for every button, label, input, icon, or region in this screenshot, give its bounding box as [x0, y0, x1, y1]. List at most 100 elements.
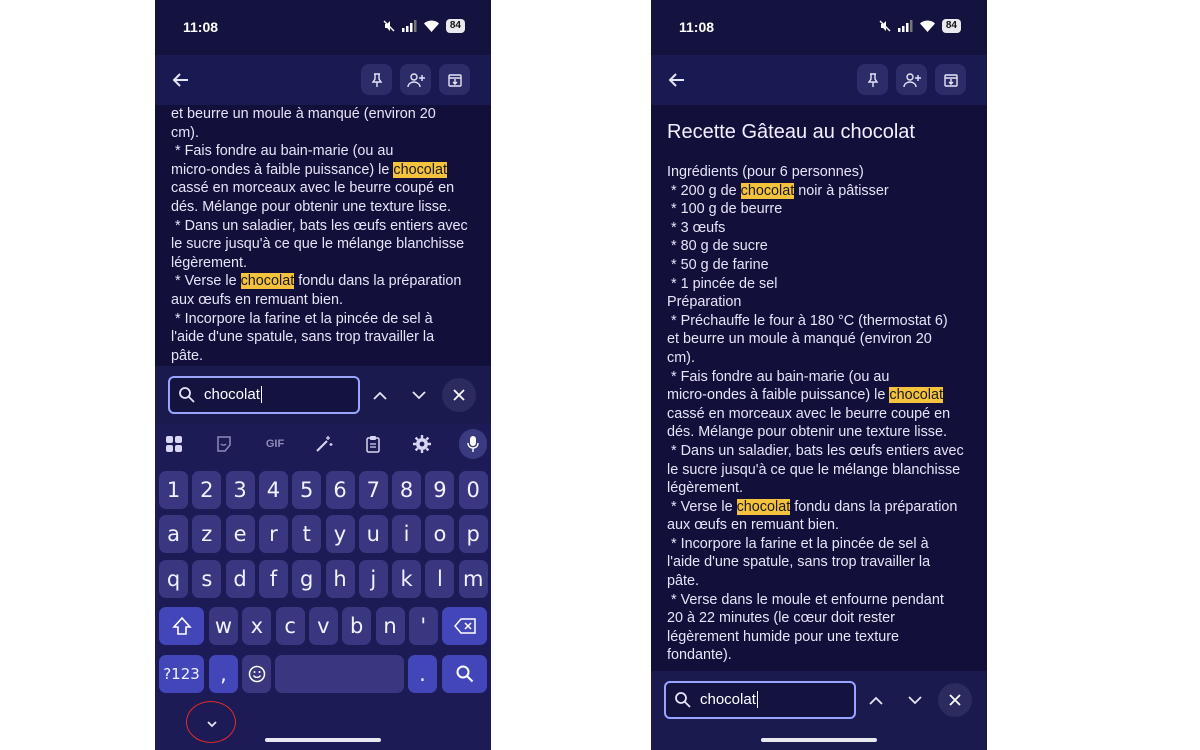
note-text-segment: Préparation — [667, 294, 742, 311]
close-search-button[interactable] — [442, 378, 476, 412]
note-line: * 80 g de sucre — [667, 237, 977, 256]
previous-match-button[interactable] — [368, 383, 392, 407]
key-j[interactable]: j — [358, 560, 388, 598]
app-bar — [155, 55, 491, 105]
key-i[interactable]: i — [392, 515, 422, 553]
period-key[interactable]: . — [408, 655, 437, 693]
symbols-key[interactable]: ?123 — [159, 655, 204, 693]
archive-icon — [943, 73, 958, 87]
back-arrow-icon[interactable] — [665, 68, 689, 92]
key-x[interactable]: x — [242, 607, 272, 645]
note-text-segment: * 80 g de sucre — [667, 238, 768, 255]
key-8[interactable]: 8 — [392, 471, 422, 509]
key-6[interactable]: 6 — [325, 471, 355, 509]
note-line: micro-ondes à faible puissance) le choco… — [171, 161, 481, 180]
chevron-down-icon — [908, 695, 922, 704]
key-z[interactable]: z — [192, 515, 222, 553]
find-in-note-input[interactable]: chocolat — [664, 681, 856, 719]
key-1[interactable]: 1 — [159, 471, 188, 509]
key-u[interactable]: u — [358, 515, 388, 553]
note-line: * Verse dans le moule et enfourne pendan… — [667, 591, 977, 610]
key-c[interactable]: c — [275, 607, 305, 645]
backspace-key[interactable] — [442, 607, 487, 645]
key-7[interactable]: 7 — [358, 471, 388, 509]
shift-key[interactable] — [159, 607, 204, 645]
settings-gear-icon[interactable] — [410, 432, 434, 456]
note-title[interactable]: Recette Gâteau au chocolat — [651, 105, 987, 145]
space-bar[interactable] — [275, 655, 404, 693]
note-line: * Dans un saladier, bats les œufs entier… — [667, 442, 977, 461]
keyboard-toolbar: GIF — [155, 423, 491, 465]
magic-wand-icon[interactable] — [312, 432, 336, 456]
pin-button[interactable] — [857, 64, 888, 95]
key-9[interactable]: 9 — [425, 471, 455, 509]
note-line: * Verse le chocolat fondu dans la prépar… — [667, 498, 977, 517]
key-v[interactable]: v — [308, 607, 338, 645]
key-5[interactable]: 5 — [292, 471, 322, 509]
phone-screen-right: 11:08 84 Recette Gâteau au chocolat Ingr… — [651, 0, 987, 750]
add-collaborator-button[interactable] — [896, 64, 927, 95]
key-h[interactable]: h — [325, 560, 355, 598]
key-e[interactable]: e — [225, 515, 255, 553]
key-o[interactable]: o — [425, 515, 455, 553]
key-n[interactable]: n — [375, 607, 405, 645]
key-d[interactable]: d — [225, 560, 255, 598]
note-line: Ingrédients (pour 6 personnes) — [667, 163, 977, 182]
key-a[interactable]: a — [159, 515, 188, 553]
chevron-down-icon — [412, 390, 426, 399]
back-arrow-icon[interactable] — [169, 68, 193, 92]
key-b[interactable]: b — [342, 607, 372, 645]
archive-icon — [447, 73, 462, 87]
key-f[interactable]: f — [258, 560, 288, 598]
note-text-segment: légèrement. — [171, 254, 247, 271]
search-key[interactable] — [442, 655, 487, 693]
key-m[interactable]: m — [458, 560, 488, 598]
comma-key[interactable]: , — [209, 655, 238, 693]
key-t[interactable]: t — [292, 515, 322, 553]
note-body[interactable]: et beurre un moule à manqué (environ 20 c… — [155, 105, 491, 365]
note-body[interactable]: Ingrédients (pour 6 personnes) * 200 g d… — [651, 163, 987, 665]
emoji-key[interactable] — [242, 655, 271, 693]
key-q[interactable]: q — [159, 560, 188, 598]
key-2[interactable]: 2 — [192, 471, 222, 509]
key-r[interactable]: r — [258, 515, 288, 553]
key-w[interactable]: w — [209, 607, 238, 645]
find-in-note-input[interactable]: chocolat — [168, 376, 360, 414]
add-person-icon — [406, 72, 425, 87]
note-text-segment: * Verse le — [667, 498, 737, 515]
close-search-button[interactable] — [938, 683, 972, 717]
key-4[interactable]: 4 — [258, 471, 288, 509]
note-line: le sucre jusqu'à ce que le mélange blanc… — [667, 461, 977, 480]
apps-grid-icon[interactable] — [162, 432, 186, 456]
note-text-segment: aux œufs en remuant bien. — [171, 291, 343, 308]
key-p[interactable]: p — [458, 515, 488, 553]
note-text-segment: dés. Mélange pour obtenir une texture li… — [667, 424, 947, 441]
gif-button[interactable]: GIF — [260, 432, 290, 456]
key-s[interactable]: s — [192, 560, 222, 598]
archive-button[interactable] — [935, 64, 966, 95]
note-text-segment: cm). — [667, 349, 695, 366]
note-text-segment: et beurre un moule à manqué (environ 20 — [171, 106, 436, 122]
pin-button[interactable] — [361, 64, 392, 95]
key-g[interactable]: g — [292, 560, 322, 598]
sticker-icon[interactable] — [212, 432, 236, 456]
status-time: 11:08 — [183, 19, 219, 35]
key-k[interactable]: k — [392, 560, 422, 598]
note-text-segment: cassé en morceaux avec le beurre coupé e… — [171, 180, 455, 197]
key-l[interactable]: l — [425, 560, 455, 598]
archive-button[interactable] — [439, 64, 470, 95]
add-collaborator-button[interactable] — [400, 64, 431, 95]
key-0[interactable]: 0 — [458, 471, 488, 509]
key-3[interactable]: 3 — [225, 471, 255, 509]
clipboard-icon[interactable] — [361, 432, 385, 456]
next-match-button[interactable] — [903, 688, 927, 712]
previous-match-button[interactable] — [864, 688, 888, 712]
key-apostrophe[interactable]: ' — [408, 607, 438, 645]
next-match-button[interactable] — [407, 383, 431, 407]
microphone-button[interactable] — [459, 429, 487, 459]
note-line: dés. Mélange pour obtenir une texture li… — [171, 198, 481, 217]
key-y[interactable]: y — [325, 515, 355, 553]
note-text-segment: * Préchauffe le four à 180 °C (thermosta… — [667, 312, 948, 329]
note-line: légèrement humide pour une texture — [667, 628, 977, 647]
note-line: * Dans un saladier, bats les œufs entier… — [171, 217, 481, 236]
